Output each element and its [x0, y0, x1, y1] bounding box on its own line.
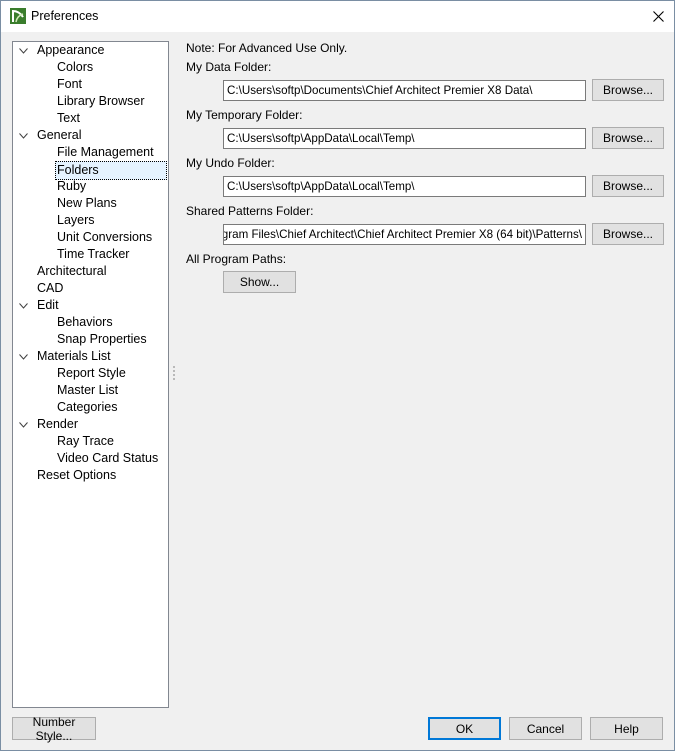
- tree-item-master-list[interactable]: Master List: [55, 382, 120, 399]
- title-bar: Preferences: [1, 1, 674, 32]
- tree-item-layers[interactable]: Layers: [55, 212, 97, 229]
- tree-item-label: Text: [57, 111, 80, 125]
- tree-item-label: Behaviors: [57, 315, 113, 329]
- undo-folder-label: My Undo Folder:: [186, 156, 275, 170]
- data-folder-label: My Data Folder:: [186, 60, 272, 74]
- temp-folder-field[interactable]: C:\Users\softp\AppData\Local\Temp\: [223, 128, 586, 149]
- tree-item-label: Ruby: [57, 179, 87, 193]
- tree-item-materials-list[interactable]: Materials List: [18, 348, 113, 365]
- tree-item-folders[interactable]: Folders: [55, 161, 167, 180]
- undo-folder-field[interactable]: C:\Users\softp\AppData\Local\Temp\: [223, 176, 586, 197]
- tree-item-label: Master List: [57, 383, 119, 397]
- temp-folder-browse-button[interactable]: Browse...: [592, 127, 664, 149]
- tree-item-label: Appearance: [37, 43, 105, 57]
- patterns-folder-label: Shared Patterns Folder:: [186, 204, 314, 218]
- tree-item-label: Unit Conversions: [57, 230, 153, 244]
- expand-caret-icon[interactable]: [18, 348, 28, 365]
- ok-button[interactable]: OK: [428, 717, 501, 740]
- close-button[interactable]: [642, 1, 674, 32]
- tree-item-label: Time Tracker: [57, 247, 130, 261]
- window-title: Preferences: [31, 9, 99, 23]
- tree-item-label: Snap Properties: [57, 332, 147, 346]
- tree-item-label: New Plans: [57, 196, 117, 210]
- patterns-folder-browse-button[interactable]: Browse...: [592, 223, 664, 245]
- advanced-note: Note: For Advanced Use Only.: [186, 41, 348, 55]
- undo-folder-browse-button[interactable]: Browse...: [592, 175, 664, 197]
- tree-item-snap-properties[interactable]: Snap Properties: [55, 331, 149, 348]
- expand-caret-icon[interactable]: [18, 127, 28, 144]
- tree-item-video-card-status[interactable]: Video Card Status: [55, 450, 160, 467]
- tree-item-label: Layers: [57, 213, 95, 227]
- tree-item-new-plans[interactable]: New Plans: [55, 195, 119, 212]
- tree-item-behaviors[interactable]: Behaviors: [55, 314, 115, 331]
- chief-architect-app-icon: [10, 8, 26, 24]
- tree-item-colors[interactable]: Colors: [55, 59, 95, 76]
- tree-item-label: File Management: [57, 145, 154, 159]
- tree-item-appearance[interactable]: Appearance: [18, 42, 106, 59]
- expand-caret-icon[interactable]: [18, 42, 28, 59]
- tree-item-font[interactable]: Font: [55, 76, 84, 93]
- expand-caret-icon[interactable]: [18, 297, 28, 314]
- cancel-button[interactable]: Cancel: [509, 717, 582, 740]
- tree-item-library-browser[interactable]: Library Browser: [55, 93, 147, 110]
- tree-item-label: Materials List: [37, 349, 111, 363]
- show-program-paths-button[interactable]: Show...: [223, 271, 296, 293]
- tree-item-ray-trace[interactable]: Ray Trace: [55, 433, 116, 450]
- temp-folder-label: My Temporary Folder:: [186, 108, 303, 122]
- tree-item-cad[interactable]: CAD: [35, 280, 65, 297]
- tree-item-edit[interactable]: Edit: [18, 297, 61, 314]
- tree-item-report-style[interactable]: Report Style: [55, 365, 128, 382]
- tree-item-label: Reset Options: [37, 468, 117, 482]
- tree-item-time-tracker[interactable]: Time Tracker: [55, 246, 131, 263]
- tree-item-ruby[interactable]: Ruby: [55, 178, 88, 195]
- patterns-folder-value: C:\Program Files\Chief Architect\Chief A…: [223, 228, 582, 241]
- tree-item-label: Edit: [37, 298, 59, 312]
- tree-item-label: CAD: [37, 281, 64, 295]
- tree-item-text[interactable]: Text: [55, 110, 82, 127]
- undo-folder-value: C:\Users\softp\AppData\Local\Temp\: [227, 180, 415, 193]
- tree-item-render[interactable]: Render: [18, 416, 80, 433]
- tree-item-label: Video Card Status: [57, 451, 159, 465]
- tree-item-label: Library Browser: [57, 94, 145, 108]
- tree-item-label: General: [37, 128, 82, 142]
- help-button[interactable]: Help: [590, 717, 663, 740]
- pane-splitter[interactable]: [173, 366, 175, 384]
- number-style-button[interactable]: Number Style...: [12, 715, 96, 743]
- data-folder-browse-button[interactable]: Browse...: [592, 79, 664, 101]
- tree-item-architectural[interactable]: Architectural: [35, 263, 108, 280]
- tree-item-label: Report Style: [57, 366, 126, 380]
- data-folder-field[interactable]: C:\Users\softp\Documents\Chief Architect…: [223, 80, 586, 101]
- close-icon: [652, 11, 664, 22]
- tree-item-reset-options[interactable]: Reset Options: [35, 467, 118, 484]
- tree-item-file-management[interactable]: File Management: [55, 144, 156, 161]
- tree-item-categories[interactable]: Categories: [55, 399, 119, 416]
- tree-item-label: Colors: [57, 60, 94, 74]
- tree-item-label: Render: [37, 417, 78, 431]
- preferences-tree[interactable]: Appearance Colors Font Library Browser T…: [12, 41, 169, 708]
- program-paths-label: All Program Paths:: [186, 252, 287, 266]
- tree-item-unit-conversions[interactable]: Unit Conversions: [55, 229, 154, 246]
- tree-item-general[interactable]: General: [18, 127, 83, 144]
- tree-item-label: Categories: [57, 400, 118, 414]
- data-folder-value: C:\Users\softp\Documents\Chief Architect…: [227, 84, 533, 97]
- tree-item-label: Architectural: [37, 264, 107, 278]
- tree-item-label: Font: [57, 77, 83, 91]
- expand-caret-icon[interactable]: [18, 416, 28, 433]
- temp-folder-value: C:\Users\softp\AppData\Local\Temp\: [227, 132, 415, 145]
- preferences-window: Preferences Appearance Colors Font Libra…: [0, 0, 675, 751]
- patterns-folder-field[interactable]: C:\Program Files\Chief Architect\Chief A…: [223, 224, 586, 245]
- tree-item-label: Ray Trace: [57, 434, 114, 448]
